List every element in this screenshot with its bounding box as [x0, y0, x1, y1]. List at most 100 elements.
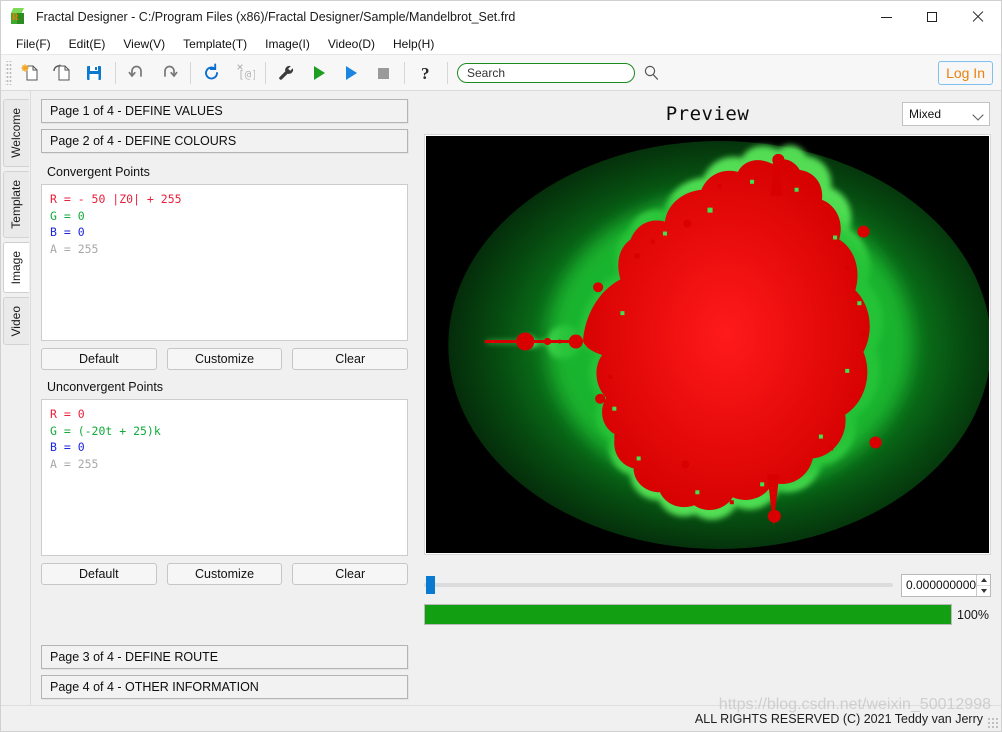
sidebar-tab-template-label: Template	[9, 179, 23, 229]
window-title: Fractal Designer - C:/Program Files (x86…	[36, 10, 516, 24]
menu-help[interactable]: Help(H)	[385, 35, 442, 53]
run-green-icon[interactable]	[304, 58, 334, 88]
convergent-clear-button[interactable]: Clear	[292, 348, 409, 370]
preview-pane: Preview Mixed 0.000000000 100%	[416, 91, 1001, 705]
menu-bar: File(F) Edit(E) View(V) Template(T) Imag…	[1, 33, 1001, 55]
convergent-code-b: B = 0	[50, 225, 85, 239]
toolbar: [@]	[1, 55, 1001, 91]
copyright-status-text: ALL RIGHTS RESERVED (C) 2021 Teddy van J…	[694, 711, 983, 726]
settings-wrench-icon[interactable]	[272, 58, 302, 88]
redo-icon[interactable]	[154, 58, 184, 88]
search-area	[457, 62, 660, 83]
convergent-button-row: Default Customize Clear	[41, 348, 409, 370]
sidebar-tab-welcome-label: Welcome	[9, 108, 23, 158]
toolbar-grip[interactable]	[5, 60, 12, 85]
page-2-header[interactable]: Page 2 of 4 - DEFINE COLOURS	[41, 129, 408, 153]
menu-edit[interactable]: Edit(E)	[61, 35, 114, 53]
colour-mode-value: Mixed	[909, 107, 942, 121]
resize-grip-icon[interactable]	[987, 717, 998, 728]
unconvergent-points-label: Unconvergent Points	[47, 380, 164, 394]
zoom-value-text: 0.000000000	[906, 578, 977, 592]
convergent-code-editor[interactable]: R = - 50 |Z0| + 255 G = 0 B = 0 A = 255	[41, 184, 408, 341]
undo-icon[interactable]	[122, 58, 152, 88]
magnifier-icon[interactable]	[642, 64, 660, 82]
fractal-designer-window: R Fractal Designer - C:/Program Files (x…	[0, 0, 1002, 732]
open-file-icon[interactable]	[47, 58, 77, 88]
spin-down-icon[interactable]	[977, 584, 990, 596]
unconvergent-clear-button[interactable]: Clear	[292, 563, 409, 585]
green-cube-r-icon: R	[10, 8, 28, 26]
unconvergent-code-g: G = (-20t + 25)k	[50, 423, 161, 438]
maximize-button[interactable]	[909, 1, 955, 33]
page-3-header[interactable]: Page 3 of 4 - DEFINE ROUTE	[41, 645, 408, 669]
convergent-points-label: Convergent Points	[47, 165, 150, 179]
toolbar-separator	[115, 61, 116, 84]
sidebar-tab-template[interactable]: Template	[2, 170, 29, 238]
preview-header: Preview Mixed	[424, 99, 991, 129]
page-1-header[interactable]: Page 1 of 4 - DEFINE VALUES	[41, 99, 408, 123]
zoom-slider-handle[interactable]	[426, 576, 435, 594]
search-input[interactable]	[457, 62, 635, 83]
close-button[interactable]	[955, 1, 1001, 33]
svg-text:[@]: [@]	[238, 68, 255, 81]
unconvergent-code-r: R = 0	[50, 407, 85, 421]
sidebar-tab-video[interactable]: Video	[2, 296, 29, 346]
convergent-code-a: A = 255	[50, 241, 99, 256]
toolbar-separator	[190, 61, 191, 84]
main-body: Welcome Template Image Video Page 1 of 4…	[1, 91, 1001, 705]
help-question-icon[interactable]: ?	[411, 58, 441, 88]
refresh-icon[interactable]	[197, 58, 227, 88]
mandelbrot-set-fractal	[426, 136, 989, 553]
status-bar: https://blog.csdn.net/weixin_50012998 AL…	[1, 696, 1001, 731]
zoom-slider-row: 0.000000000	[424, 573, 991, 597]
convergent-default-button[interactable]: Default	[41, 348, 157, 370]
left-settings-pane: Page 1 of 4 - DEFINE VALUES Page 2 of 4 …	[31, 91, 416, 705]
convergent-code-r: R = - 50 |Z0| + 255	[50, 192, 182, 206]
zoom-slider[interactable]	[424, 573, 893, 597]
toolbar-separator	[265, 61, 266, 84]
render-progress-bar	[424, 604, 952, 625]
unconvergent-button-row: Default Customize Clear	[41, 563, 409, 585]
toolbar-separator	[447, 61, 448, 84]
left-pane-spacer	[41, 589, 408, 639]
window-controls	[863, 1, 1001, 33]
preview-image-frame[interactable]	[424, 134, 991, 555]
menu-view[interactable]: View(V)	[115, 35, 173, 53]
title-bar: R Fractal Designer - C:/Program Files (x…	[1, 1, 1001, 33]
chevron-down-icon	[972, 109, 984, 121]
colour-mode-select[interactable]: Mixed	[902, 102, 990, 126]
unconvergent-code-a: A = 255	[50, 456, 99, 471]
unconvergent-code-b: B = 0	[50, 440, 85, 454]
menu-file[interactable]: File(F)	[8, 35, 59, 53]
menu-video[interactable]: Video(D)	[320, 35, 383, 53]
sidebar-tab-image[interactable]: Image	[2, 241, 29, 293]
page-4-header[interactable]: Page 4 of 4 - OTHER INFORMATION	[41, 675, 408, 699]
sidebar-tab-image-label: Image	[9, 250, 23, 284]
svg-text:?: ?	[421, 64, 430, 83]
save-icon[interactable]	[79, 58, 109, 88]
convergent-code-g: G = 0	[50, 208, 85, 223]
unconvergent-code-editor[interactable]: R = 0 G = (-20t + 25)k B = 0 A = 255	[41, 399, 408, 556]
unconvergent-customize-button[interactable]: Customize	[166, 563, 283, 585]
unconvergent-default-button[interactable]: Default	[41, 563, 157, 585]
toolbar-separator	[404, 61, 405, 84]
stop-icon[interactable]	[368, 58, 398, 88]
spin-up-icon[interactable]	[977, 575, 990, 585]
menu-image[interactable]: Image(I)	[257, 35, 318, 53]
menu-template[interactable]: Template(T)	[175, 35, 255, 53]
sidebar-tab-video-label: Video	[9, 305, 23, 337]
vertical-tab-strip: Welcome Template Image Video	[1, 91, 31, 705]
zoom-slider-track	[424, 583, 893, 587]
new-file-icon[interactable]	[15, 58, 45, 88]
clear-variables-icon[interactable]: [@]	[229, 58, 259, 88]
login-button[interactable]: Log In	[938, 61, 993, 85]
zoom-value-spinbox[interactable]: 0.000000000	[901, 573, 991, 597]
render-progress-label: 100%	[957, 607, 989, 622]
minimize-button[interactable]	[863, 1, 909, 33]
spinbox-buttons	[976, 574, 990, 596]
sidebar-tab-welcome[interactable]: Welcome	[2, 99, 29, 167]
play-blue-icon[interactable]	[336, 58, 366, 88]
render-progress-row: 100%	[424, 604, 991, 625]
bottom-page-headers: Page 3 of 4 - DEFINE ROUTE Page 4 of 4 -…	[41, 645, 408, 705]
convergent-customize-button[interactable]: Customize	[166, 348, 283, 370]
